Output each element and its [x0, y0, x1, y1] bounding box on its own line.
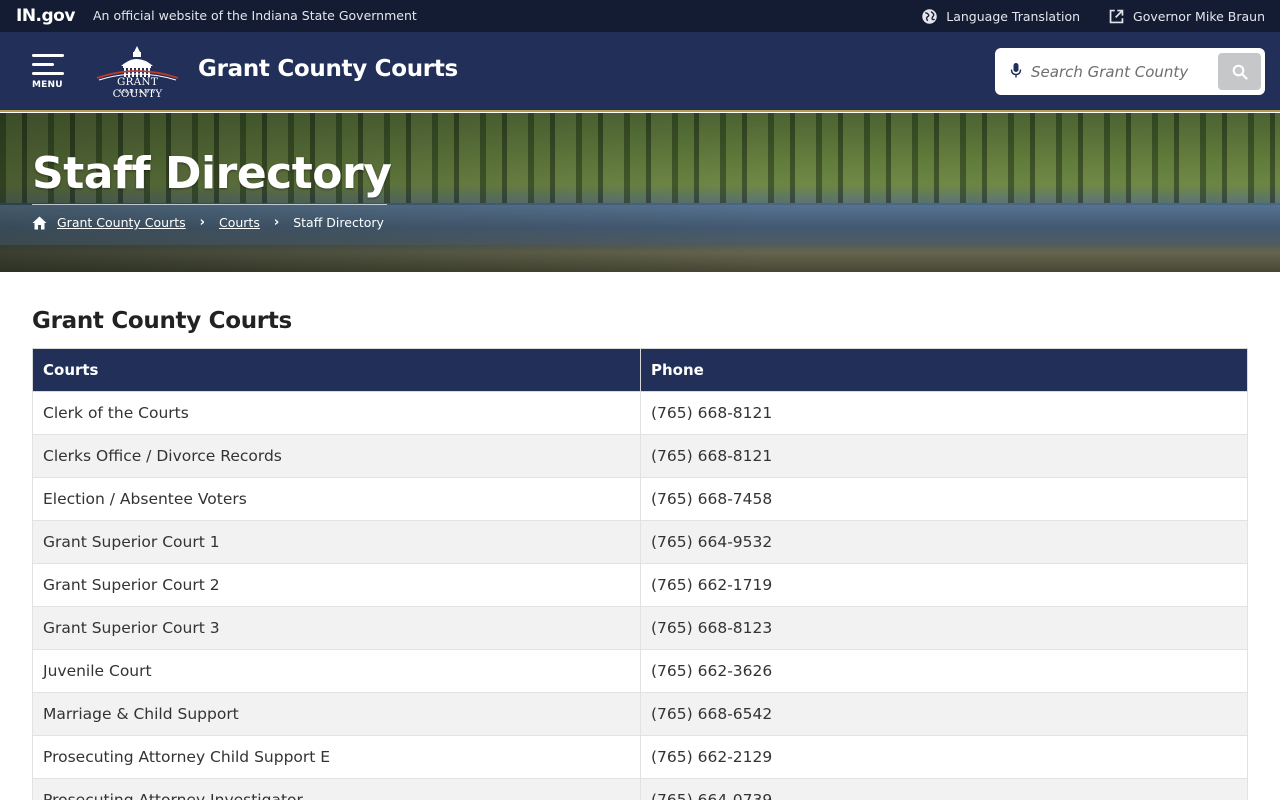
external-link-icon: [1109, 9, 1124, 23]
court-name-cell: Juvenile Court: [32, 649, 641, 693]
language-translation-label: Language Translation: [946, 8, 1081, 24]
title-divider: [32, 204, 387, 205]
chevron-right-icon: ›: [199, 215, 205, 230]
table-row: Clerks Office / Divorce Records (765) 66…: [32, 434, 1248, 478]
table-row: Clerk of the Courts (765) 668-8121: [32, 391, 1248, 435]
hamburger-icon: [32, 54, 64, 57]
ingov-brand: IN.gov: [16, 6, 75, 26]
phone-cell: (765) 668-8121: [640, 391, 1248, 435]
menu-label: MENU: [32, 80, 63, 90]
column-header-phone: Phone: [640, 348, 1248, 392]
court-name-cell: Prosecuting Attorney Child Support E: [32, 735, 641, 779]
breadcrumb-link-courts[interactable]: Courts: [219, 215, 260, 230]
page-title: Staff Directory: [32, 148, 392, 199]
site-header: MENU GRANT COUNTY INDIANA Grant County C…: [0, 32, 1280, 112]
table-header-row: Courts Phone: [32, 348, 1248, 392]
breadcrumb-link-home[interactable]: Grant County Courts: [57, 215, 186, 230]
phone-cell: (765) 662-1719: [640, 563, 1248, 607]
section-title: Grant County Courts: [32, 308, 292, 334]
language-translation-link[interactable]: Language Translation: [921, 8, 1080, 25]
hamburger-icon-bar: [32, 72, 64, 75]
table-row: Prosecuting Attorney Child Support E (76…: [32, 735, 1248, 779]
court-name-cell: Grant Superior Court 2: [32, 563, 641, 607]
court-name-cell: Grant Superior Court 3: [32, 606, 641, 650]
staff-directory-table: Courts Phone Clerk of the Courts (765) 6…: [32, 348, 1248, 800]
globe-icon: [922, 8, 937, 24]
table-row: Grant Superior Court 2 (765) 662-1719: [32, 563, 1248, 607]
search-input[interactable]: [1031, 58, 1209, 85]
official-website-text: An official website of the Indiana State…: [93, 8, 417, 23]
phone-cell: (765) 668-8123: [640, 606, 1248, 650]
governor-link[interactable]: Governor Mike Braun: [1108, 8, 1265, 25]
phone-cell: (765) 664-9532: [640, 520, 1248, 564]
phone-cell: (765) 662-2129: [640, 735, 1248, 779]
court-name-cell: Election / Absentee Voters: [32, 477, 641, 521]
county-logo[interactable]: GRANT COUNTY INDIANA: [95, 46, 180, 100]
table-row: Grant Superior Court 1 (765) 664-9532: [32, 520, 1248, 564]
search-icon: [1232, 64, 1248, 80]
table-row: Marriage & Child Support (765) 668-6542: [32, 692, 1248, 736]
site-title[interactable]: Grant County Courts: [198, 56, 458, 82]
column-header-courts: Courts: [32, 348, 641, 392]
phone-cell: (765) 664-0739: [640, 778, 1248, 800]
court-name-cell: Marriage & Child Support: [32, 692, 641, 736]
court-name-cell: Grant Superior Court 1: [32, 520, 641, 564]
search-box: [995, 48, 1265, 95]
breadcrumb: Grant County Courts › Courts › Staff Dir…: [32, 215, 384, 230]
search-button[interactable]: [1218, 53, 1261, 90]
hamburger-icon-bar: [32, 63, 54, 66]
microphone-icon[interactable]: [1009, 62, 1023, 80]
phone-cell: (765) 662-3626: [640, 649, 1248, 693]
official-topbar: IN.gov An official website of the Indian…: [0, 0, 1280, 32]
court-name-cell: Clerk of the Courts: [32, 391, 641, 435]
phone-cell: (765) 668-6542: [640, 692, 1248, 736]
table-row: Juvenile Court (765) 662-3626: [32, 649, 1248, 693]
logo-county-text: GRANT COUNTY: [112, 76, 163, 100]
table-row: Prosecuting Attorney Investigator (765) …: [32, 778, 1248, 800]
table-row: Grant Superior Court 3 (765) 668-8123: [32, 606, 1248, 650]
court-name-cell: Prosecuting Attorney Investigator: [32, 778, 641, 800]
hero-banner: Staff Directory Grant County Courts › Co…: [0, 113, 1280, 272]
breadcrumb-current: Staff Directory: [293, 215, 384, 230]
table-row: Election / Absentee Voters (765) 668-745…: [32, 477, 1248, 521]
court-name-cell: Clerks Office / Divorce Records: [32, 434, 641, 478]
logo-state-text: INDIANA: [119, 89, 156, 95]
governor-label: Governor Mike Braun: [1133, 8, 1265, 24]
home-icon[interactable]: [32, 216, 47, 230]
ingov-logo[interactable]: IN.gov: [16, 6, 75, 26]
phone-cell: (765) 668-8121: [640, 434, 1248, 478]
chevron-right-icon: ›: [273, 215, 280, 230]
menu-button[interactable]: MENU: [32, 54, 66, 94]
phone-cell: (765) 668-7458: [640, 477, 1248, 521]
